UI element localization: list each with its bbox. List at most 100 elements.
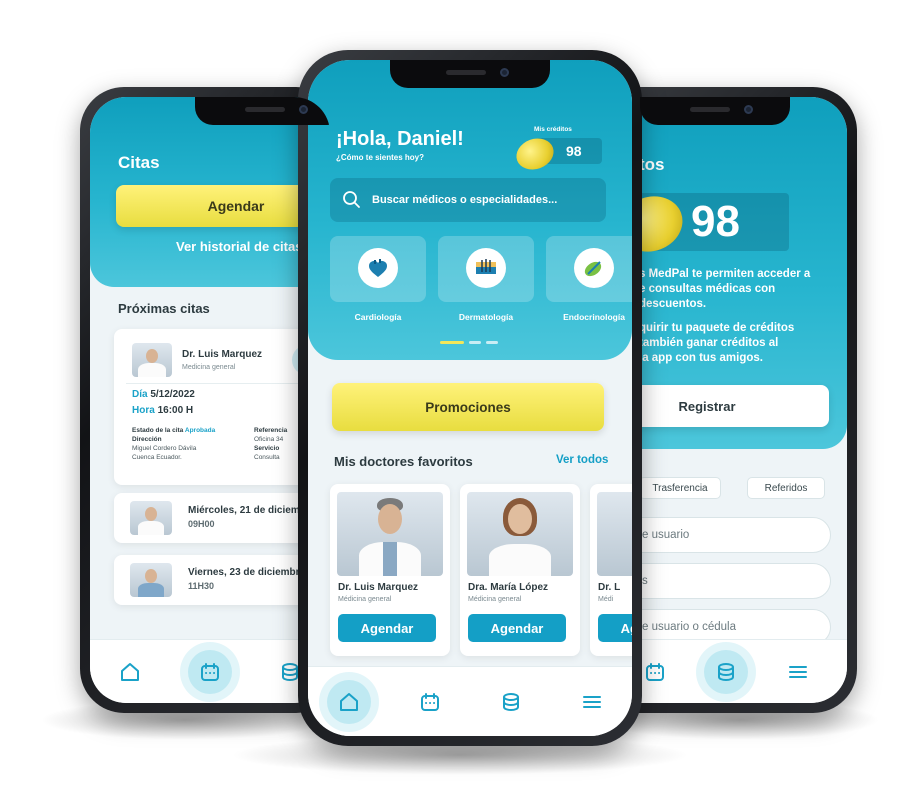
status-row: Estado de la cita Aprobada <box>132 427 215 434</box>
service-value: Consulta <box>254 454 280 461</box>
carousel-dot-active[interactable] <box>440 341 464 344</box>
doctor-card[interactable]: Dr. Luis Marquez Médicina general Agenda… <box>330 484 450 656</box>
tab-bar <box>90 639 330 703</box>
desc-line: descuentos. <box>639 298 707 310</box>
tab-calendar[interactable] <box>188 649 232 694</box>
menu-icon <box>582 695 601 708</box>
upcoming-date: Miércoles, 21 de diciembre <box>188 505 316 516</box>
day-row: Día 5/12/2022 <box>132 389 195 400</box>
pay-tab-referrals[interactable]: Referidos <box>747 477 825 499</box>
specialty-label: Endocrinología <box>563 312 625 322</box>
status-badge: Aprobada <box>184 427 216 434</box>
center-phone-screen: ¡Hola, Daniel! ¿Cómo te sientes hoy? Mis… <box>308 60 632 736</box>
doctor-avatar <box>132 343 172 377</box>
carousel-dot[interactable] <box>469 341 481 344</box>
agendar-button[interactable]: Agendar <box>338 614 436 642</box>
tab-calendar[interactable] <box>408 680 452 724</box>
hour-value: 16:00 H <box>157 405 194 416</box>
upcoming-time: 09H00 <box>188 519 215 529</box>
section-title: Próximas citas <box>118 301 210 316</box>
desc-line: quirir tu paquete de créditos <box>639 322 795 334</box>
carousel-dot[interactable] <box>486 341 498 344</box>
specialty-card[interactable] <box>546 236 632 302</box>
tab-home[interactable] <box>108 650 152 694</box>
doctor-specialty: Médicina general <box>338 596 392 603</box>
promotions-button[interactable]: Promociones <box>332 383 604 431</box>
desc-line: s MedPal te permiten acceder a <box>639 268 811 280</box>
greeting: ¡Hola, Daniel! <box>336 128 464 150</box>
doctor-card[interactable]: Dra. María López Médicina general Agenda… <box>460 484 580 656</box>
search-bar[interactable]: Buscar médicos o especialidades... <box>330 178 606 222</box>
specialty-label: Dermatología <box>458 312 514 322</box>
doctor-name: Dra. María López <box>468 582 549 593</box>
page-title: Citas <box>118 153 160 172</box>
doctor-avatar <box>130 501 172 535</box>
heart-icon <box>358 248 398 288</box>
reference-value: Oficina 34 <box>254 436 284 443</box>
center-phone: ¡Hola, Daniel! ¿Cómo te sientes hoy? Mis… <box>298 50 642 746</box>
upcoming-date: Viernes, 23 de diciembre <box>188 567 306 578</box>
pay-tab-transfer[interactable]: Trasferencia <box>639 477 721 499</box>
doctor-photo <box>337 492 443 576</box>
tab-home[interactable] <box>326 679 371 724</box>
doctor-card[interactable]: Dr. L Médi Agendar <box>590 484 632 656</box>
calendar-icon <box>420 692 439 711</box>
history-link[interactable]: Ver historial de citas <box>176 239 302 254</box>
credits-value: 98 <box>691 197 740 246</box>
desc-line: e consultas médicas con <box>639 283 776 295</box>
menu-icon <box>788 665 807 678</box>
doctor-photo <box>597 492 632 576</box>
notch <box>640 97 790 125</box>
doctor-name: Dr. Luis Marquez <box>338 582 419 593</box>
specialty-card[interactable] <box>438 236 534 302</box>
doctor-photo <box>467 492 573 576</box>
tab-credits[interactable] <box>704 649 748 694</box>
greeting-subtitle: ¿Cómo te sientes hoy? <box>336 153 425 162</box>
home-icon <box>121 662 139 681</box>
specialty-card[interactable] <box>330 236 426 302</box>
address-label: Dirección <box>132 436 162 443</box>
agendar-button[interactable]: Agendar <box>468 614 566 642</box>
see-all-link[interactable]: Ver todos <box>556 454 608 466</box>
coins-icon <box>718 662 734 681</box>
calendar-icon <box>201 662 219 681</box>
day-value: 5/12/2022 <box>150 389 195 400</box>
doctor-avatar <box>130 563 172 597</box>
credits-description: s MedPal te permiten acceder a e consult… <box>639 267 810 312</box>
agendar-button[interactable]: Agendar <box>598 614 632 642</box>
page-title: tos <box>639 155 665 174</box>
tab-credits[interactable] <box>489 680 533 724</box>
doctor-specialty: Médi <box>598 596 614 603</box>
desc-line: la app con tus amigos. <box>639 352 763 364</box>
credits-label: Mis créditos <box>534 126 572 133</box>
tab-menu[interactable] <box>776 650 820 694</box>
doctor-specialty: Médicina general <box>468 596 522 603</box>
carousel-dots <box>440 341 498 344</box>
search-icon <box>343 191 360 208</box>
reference-label: Referencia <box>254 427 288 434</box>
credits-value: 98 <box>566 143 582 159</box>
day-label: Día <box>132 389 148 400</box>
notch <box>390 60 550 88</box>
address-line: Miguel Cordero Dávila <box>132 445 197 452</box>
doctor-specialty: Medicina general <box>182 364 236 371</box>
address-line: Cuenca Ecuador. <box>132 454 182 461</box>
mockup-stage: Citas Agendar Ver historial de citas Pró… <box>0 0 920 801</box>
home-icon <box>339 692 358 711</box>
skin-icon <box>466 248 506 288</box>
calendar-icon <box>645 662 664 681</box>
left-phone-screen: Citas Agendar Ver historial de citas Pró… <box>90 97 330 703</box>
credits-description-2: quirir tu paquete de créditos también ga… <box>639 321 794 366</box>
hour-label: Hora <box>132 405 155 416</box>
service-label: Servicio <box>254 445 280 452</box>
status-label: Estado de la cita <box>132 427 184 434</box>
tab-bar <box>308 666 632 736</box>
desc-line: también ganar créditos al <box>639 337 779 349</box>
favorites-title: Mis doctores favoritos <box>334 454 473 469</box>
tab-menu[interactable] <box>570 680 614 724</box>
specialty-label: Cardiología <box>354 312 402 322</box>
hour-row: Hora 16:00 H <box>132 405 193 416</box>
search-input[interactable]: Buscar médicos o especialidades... <box>372 194 557 206</box>
upcoming-time: 11H30 <box>188 581 215 591</box>
notch <box>195 97 330 125</box>
